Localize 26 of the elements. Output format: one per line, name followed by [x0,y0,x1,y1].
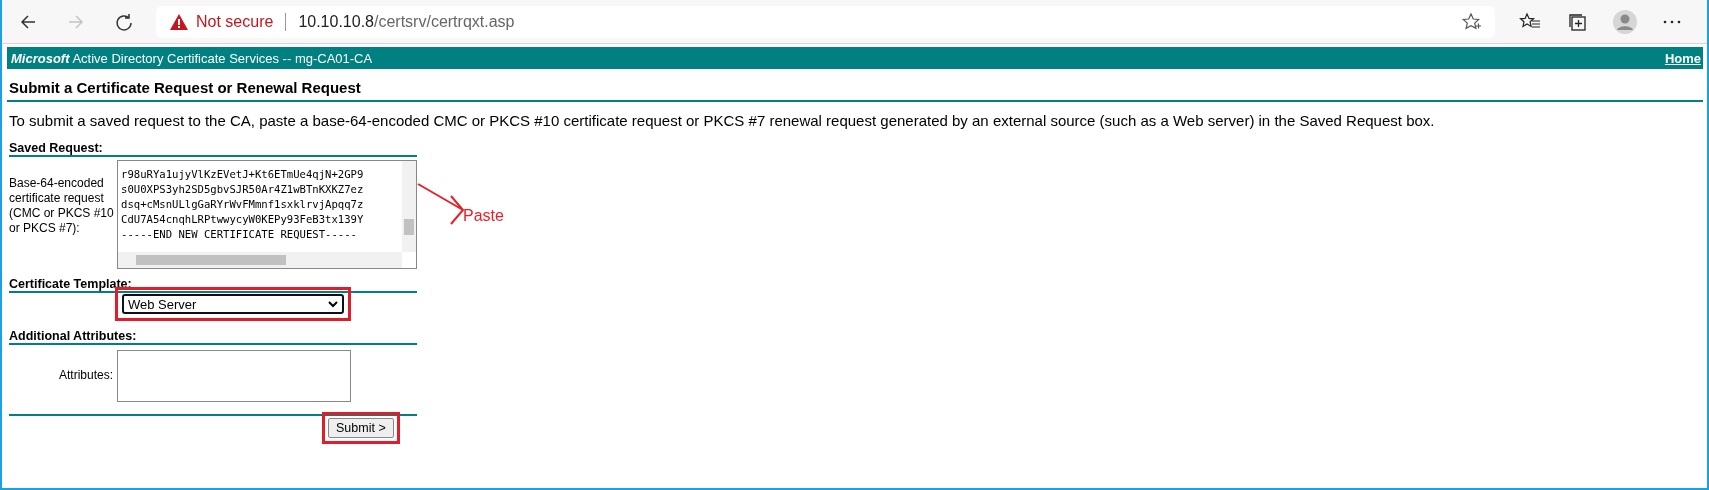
page-heading: Submit a Certificate Request or Renewal Request [8,79,362,96]
chevron-icon [328,300,338,308]
horizontal-scrollbar[interactable] [118,252,402,268]
more-icon[interactable] [1663,19,1681,24]
request-textarea[interactable]: r98uRYa1ujyVlKzEVetJ+Kt6ETmUe4qjN+2GP9 s0U0XPS3yh2SD5gbvSJR50Ar4Z1wBTnKXKZ7ez dsq+cMsnULlgGaRYrWvFMmnf1sxklrvjApqq7z CdU7A54cnqhLRPtwwycyW0KEPy93FeB3tx139Y -----END NEW CERTIFICATE REQUEST----- [117,160,417,269]
section-heading: Certificate Template: [9,277,133,291]
annotation-text: Paste [463,207,504,225]
profile-avatar-icon[interactable] [1613,9,1637,34]
submit-button[interactable]: Submit > [328,418,394,438]
intro-text: To submit a saved request to the CA, paste a base-64-encoded CMC or PKCS #10 certificate request or PKCS #7 renewal request generated by an external source (such as a Web server) in the Saved Request box. [9,112,1436,129]
security-label: Not secure [196,12,274,31]
vertical-scrollbar[interactable] [402,161,416,252]
url-text: 10.10.10.8/certsrv/certrqxt.asp [298,12,516,31]
address-bar[interactable]: Not secure 10.10.10.8/certsrv/certrqxt.asp [156,5,1495,38]
section-heading: Saved Request: [9,141,104,155]
field-label: Attributes: [57,368,114,383]
template-dropdown[interactable]: Web Server [122,294,344,314]
home-link[interactable]: Home [1664,50,1701,66]
field-label: Base-64-encoded certificate request (CMC or PKCS #10 or PKCS #7): [9,176,115,236]
refresh-icon[interactable] [114,11,134,32]
add-favorite-icon[interactable] [1461,11,1481,32]
section-heading: Additional Attributes: [9,329,138,343]
collections-icon[interactable] [1567,11,1587,32]
warning-icon [170,13,188,30]
site-title: Microsoft Active Directory Certificate Services -- mg-CA01-CA [11,50,373,66]
attributes-textarea[interactable] [117,350,351,402]
